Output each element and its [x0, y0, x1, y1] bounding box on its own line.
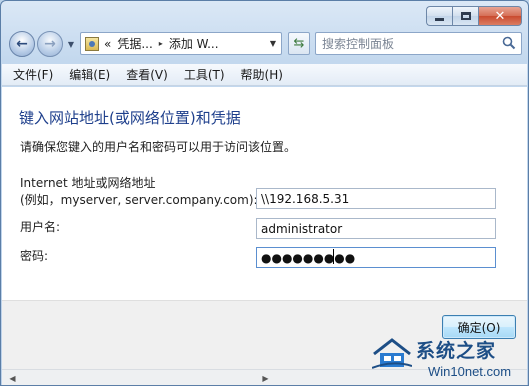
password-input[interactable]: [256, 247, 496, 268]
site-watermark: 系统之家 Win10net.com: [372, 334, 528, 385]
house-logo-icon: [372, 338, 412, 369]
caption-buttons: ✕: [426, 6, 522, 26]
address-bar[interactable]: « 凭据... ▸ 添加 W... ▼: [80, 32, 282, 55]
search-icon[interactable]: [502, 36, 516, 50]
credential-form: 键入网站地址(或网络位置)和凭据 请确保您键入的用户名和密码可以用于访问该位置。…: [2, 87, 527, 300]
arrow-left-icon: ←: [16, 36, 28, 52]
form-description: 请确保您键入的用户名和密码可以用于访问该位置。: [20, 140, 297, 154]
menu-bar: 文件(F) 编辑(E) 查看(V) 工具(T) 帮助(H): [2, 64, 527, 86]
arrow-right-icon: →: [44, 36, 56, 52]
forward-button[interactable]: →: [37, 31, 63, 57]
control-panel-icon: [85, 36, 99, 51]
scroll-right-icon[interactable]: ▶: [257, 372, 274, 385]
watermark-url: Win10net.com: [428, 364, 512, 379]
search-input[interactable]: [322, 34, 497, 53]
navigation-bar: ← → ▼ « 凭据... ▸ 添加 W... ▼ ⇆: [9, 29, 522, 59]
text-caret: [333, 249, 334, 264]
page-title: 键入网站地址(或网络位置)和凭据: [19, 109, 241, 127]
breadcrumb-credentials[interactable]: 凭据...: [117, 35, 152, 52]
username-input[interactable]: [256, 218, 496, 239]
password-label: 密码:: [20, 249, 49, 263]
address-overflow[interactable]: «: [104, 37, 111, 51]
address-dropdown-icon[interactable]: ▼: [265, 33, 281, 54]
maximize-icon: [460, 12, 471, 20]
scroll-left-icon[interactable]: ◀: [4, 372, 21, 385]
breadcrumb-add-windows-credential[interactable]: 添加 W...: [169, 35, 219, 52]
search-box[interactable]: [315, 32, 522, 55]
menu-tools[interactable]: 工具(T): [177, 64, 232, 85]
address-label-line1: Internet 地址或网络地址: [20, 176, 156, 190]
menu-file[interactable]: 文件(F): [6, 64, 60, 85]
minimize-button[interactable]: [426, 6, 452, 26]
refresh-button[interactable]: ⇆: [288, 32, 310, 55]
refresh-icon: ⇆: [293, 36, 305, 51]
credential-window: ✕ ← → ▼ « 凭据... ▸ 添加 W... ▼ ⇆ 搜索控制面板 文件(…: [0, 0, 529, 386]
address-label: Internet 地址或网络地址 (例如，myserver, server.co…: [20, 175, 258, 209]
close-icon: ✕: [494, 8, 506, 24]
menu-edit[interactable]: 编辑(E): [62, 64, 117, 85]
maximize-button[interactable]: [452, 6, 478, 26]
address-label-line2: (例如，myserver, server.company.com):: [20, 193, 258, 207]
close-button[interactable]: ✕: [478, 6, 522, 26]
breadcrumb-separator-icon[interactable]: ▸: [159, 39, 163, 48]
username-label: 用户名:: [20, 220, 61, 234]
minimize-icon: [435, 17, 444, 21]
chevron-down-icon: ▼: [67, 39, 75, 49]
menu-help[interactable]: 帮助(H): [234, 64, 290, 85]
address-input[interactable]: [256, 188, 496, 209]
back-button[interactable]: ←: [9, 31, 35, 57]
menu-view[interactable]: 查看(V): [119, 64, 175, 85]
watermark-title: 系统之家: [416, 340, 497, 362]
recent-pages-button[interactable]: ▼: [65, 40, 77, 49]
